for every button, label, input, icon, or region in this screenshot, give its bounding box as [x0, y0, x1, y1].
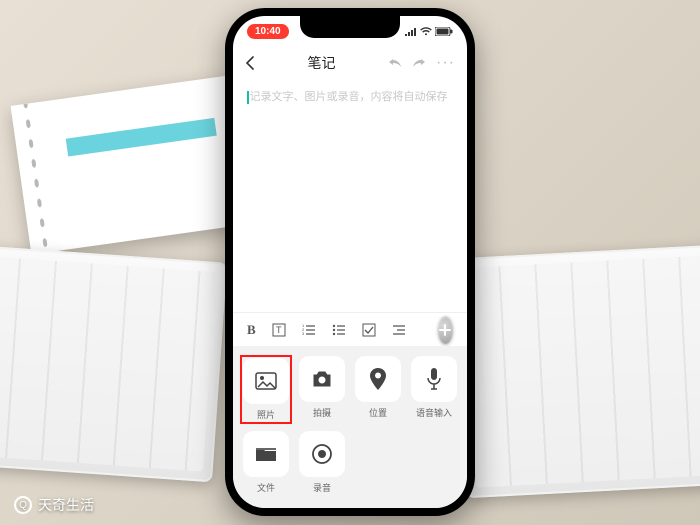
- checklist-button[interactable]: [362, 323, 376, 337]
- attach-camera-label: 拍摄: [313, 406, 331, 419]
- phone-screen: 10:40 笔记: [233, 16, 467, 508]
- svg-text:T: T: [276, 325, 282, 335]
- more-button[interactable]: ···: [436, 54, 455, 72]
- add-attachment-button[interactable]: [438, 316, 453, 344]
- phone-notch: [300, 16, 400, 38]
- attach-voice-label: 语音输入: [416, 406, 452, 419]
- wifi-icon: [420, 27, 432, 36]
- paper-notebook-prop: [11, 75, 250, 254]
- bold-button[interactable]: B: [247, 322, 256, 338]
- redo-button[interactable]: [412, 57, 426, 69]
- attach-location-label: 位置: [369, 406, 387, 419]
- mic-icon: [427, 368, 441, 390]
- checklist-icon: [362, 323, 376, 337]
- attach-photo-button[interactable]: 照片: [241, 356, 291, 423]
- record-icon: [311, 443, 333, 465]
- keyboard-left-prop: [0, 238, 227, 483]
- ordered-list-icon: 123: [302, 323, 316, 337]
- svg-text:3: 3: [302, 331, 305, 336]
- watermark-icon: Q: [14, 496, 32, 514]
- chevron-left-icon: [245, 56, 255, 70]
- watermark-text: 天奇生活: [38, 495, 94, 515]
- attach-photo-label: 照片: [257, 408, 275, 421]
- keyboard-right-prop: [454, 242, 700, 498]
- location-icon: [370, 368, 386, 390]
- nav-bar: 笔记 ···: [233, 46, 467, 80]
- editor-placeholder: 记录文字、图片或录音，内容将自动保存: [250, 91, 448, 103]
- ordered-list-button[interactable]: 123: [302, 323, 316, 337]
- undo-button[interactable]: [388, 57, 402, 69]
- undo-icon: [388, 57, 402, 69]
- redo-icon: [412, 57, 426, 69]
- indent-button[interactable]: [392, 323, 406, 337]
- bullet-list-icon: [332, 323, 346, 337]
- bullet-list-button[interactable]: [332, 323, 346, 337]
- signal-icon: [405, 27, 417, 36]
- folder-icon: [255, 445, 277, 463]
- plus-icon: [438, 323, 452, 337]
- camera-icon: [311, 370, 333, 388]
- text-cursor: [247, 91, 249, 104]
- indent-icon: [392, 323, 406, 337]
- watermark: Q 天奇生活: [14, 495, 94, 515]
- attachment-panel: 照片 拍摄 位置 语音输入: [233, 346, 467, 508]
- attach-camera-button[interactable]: 拍摄: [297, 356, 347, 423]
- attach-record-label: 录音: [313, 481, 331, 494]
- phone-frame: 10:40 笔记: [225, 8, 475, 516]
- note-editor[interactable]: 记录文字、图片或录音，内容将自动保存: [233, 80, 467, 312]
- page-title: 笔记: [308, 53, 336, 73]
- battery-icon: [435, 27, 453, 36]
- text-style-button[interactable]: T: [272, 323, 286, 337]
- attach-voice-input-button[interactable]: 语音输入: [409, 356, 459, 423]
- attach-record-button[interactable]: 录音: [297, 431, 347, 494]
- attach-file-label: 文件: [257, 481, 275, 494]
- text-style-icon: T: [272, 323, 286, 337]
- image-icon: [255, 372, 277, 390]
- back-button[interactable]: [245, 56, 255, 70]
- attach-file-button[interactable]: 文件: [241, 431, 291, 494]
- attach-location-button[interactable]: 位置: [353, 356, 403, 423]
- status-time: 10:40: [247, 24, 289, 39]
- format-toolbar: B T 123: [233, 312, 467, 346]
